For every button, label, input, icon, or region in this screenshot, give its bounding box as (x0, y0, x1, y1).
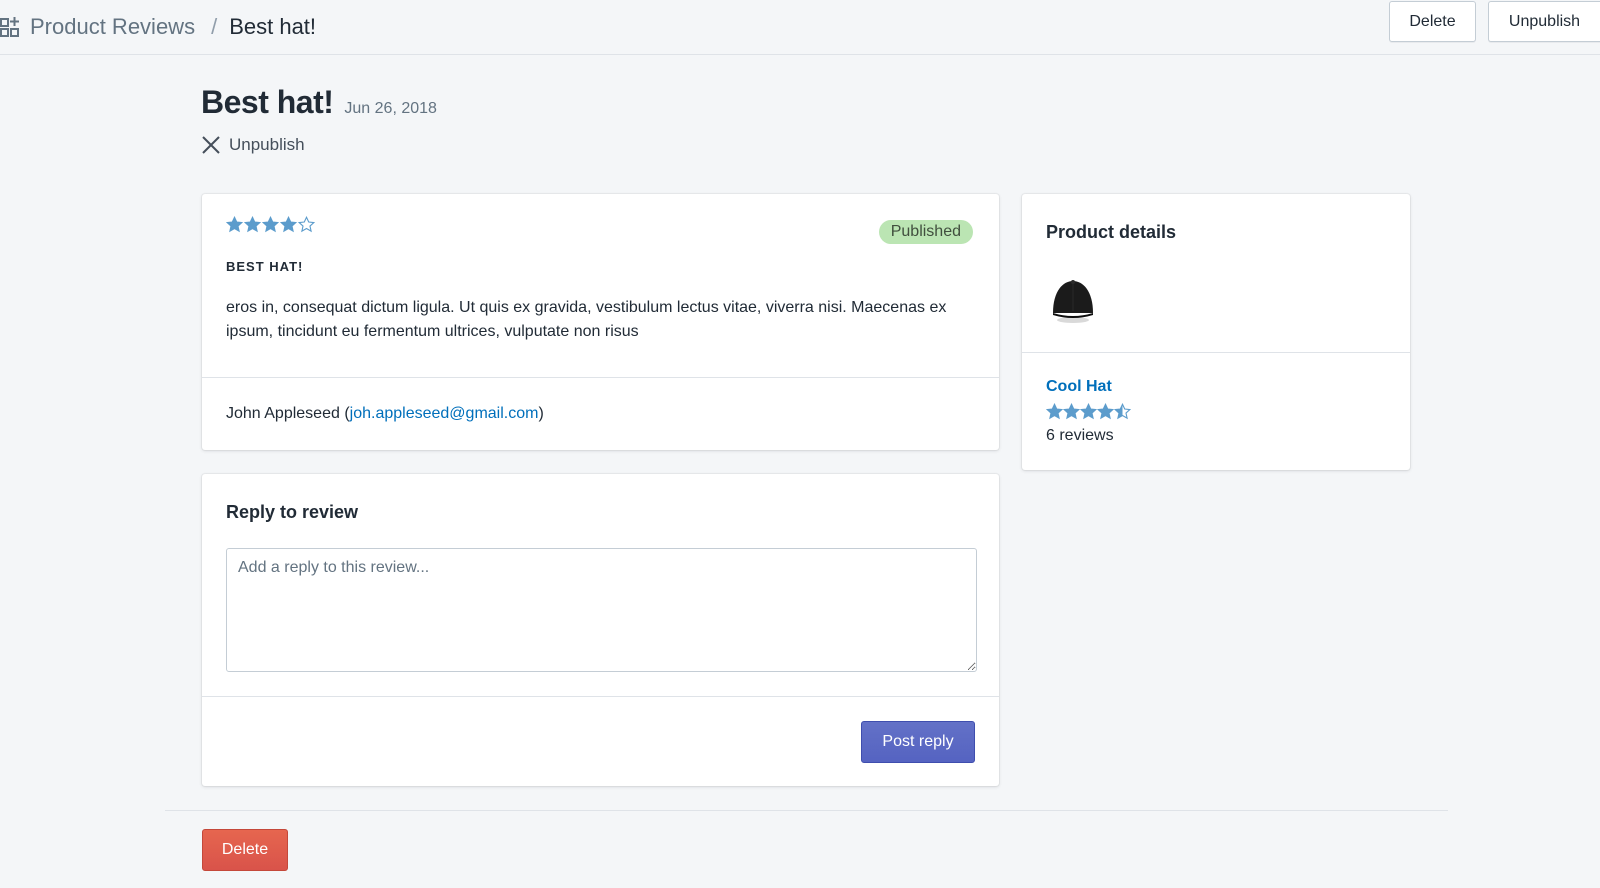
author-name: John Appleseed (226, 405, 340, 422)
star-icon-full (1080, 403, 1097, 420)
product-divider (1022, 352, 1410, 353)
top-bar: Product Reviews / Best hat! Delete Unpub… (0, 0, 1600, 55)
star-icon-empty (298, 216, 315, 233)
review-title: BEST HAT! (226, 259, 304, 274)
star-icon-full (1063, 403, 1080, 420)
star-icon-full (280, 216, 297, 233)
reply-divider (202, 696, 999, 697)
breadcrumb: Product Reviews / Best hat! (0, 0, 316, 54)
status-badge: Published (878, 220, 973, 244)
breadcrumb-current: Best hat! (229, 14, 317, 39)
product-details-title: Product details (1046, 222, 1177, 242)
top-actions: Delete Unpublish (1389, 1, 1600, 42)
star-icon-full (244, 216, 261, 233)
star-icon-full (262, 216, 279, 233)
breadcrumb-root-link[interactable]: Product Reviews (30, 14, 195, 40)
unpublish-button-top[interactable]: Unpublish (1488, 1, 1600, 42)
product-thumbnail[interactable] (1046, 270, 1100, 328)
post-reply-button[interactable]: Post reply (861, 721, 975, 763)
star-icon-half (1114, 403, 1131, 420)
page-header: Best hat! Jun 26, 2018 Unpublish (201, 84, 437, 155)
unpublish-action-label: Unpublish (229, 135, 305, 154)
footer-divider (165, 810, 1448, 811)
star-icon-full (1046, 403, 1063, 420)
delete-button-top[interactable]: Delete (1389, 1, 1476, 42)
review-rating (226, 216, 975, 233)
star-icon-full (1097, 403, 1114, 420)
review-body: eros in, consequat dictum ligula. Ut qui… (226, 299, 947, 340)
reply-textarea[interactable] (226, 548, 977, 672)
breadcrumb-separator: / (211, 14, 218, 39)
reply-card: Reply to review Post reply (202, 474, 999, 786)
close-icon (201, 135, 221, 155)
star-icon-full (226, 216, 243, 233)
apps-icon[interactable] (0, 16, 20, 38)
author-email-link[interactable]: joh.appleseed@gmail.com (350, 405, 539, 422)
author-paren-close: ) (538, 405, 544, 422)
review-author: John Appleseed (joh.appleseed@gmail.com) (202, 378, 999, 450)
review-card: Published BEST HAT! eros in, consequat d… (202, 194, 999, 450)
reply-title: Reply to review (226, 502, 359, 522)
unpublish-action[interactable]: Unpublish (201, 135, 437, 155)
product-rating (1046, 403, 1131, 420)
delete-button[interactable]: Delete (202, 829, 288, 871)
product-name-link[interactable]: Cool Hat (1046, 378, 1112, 396)
page-date: Jun 26, 2018 (344, 100, 437, 117)
product-details-card: Product details Cool Hat 6 reviews (1022, 194, 1410, 470)
hat-icon (1053, 280, 1093, 323)
page-title: Best hat! (201, 84, 334, 120)
product-review-count: 6 reviews (1046, 427, 1114, 444)
